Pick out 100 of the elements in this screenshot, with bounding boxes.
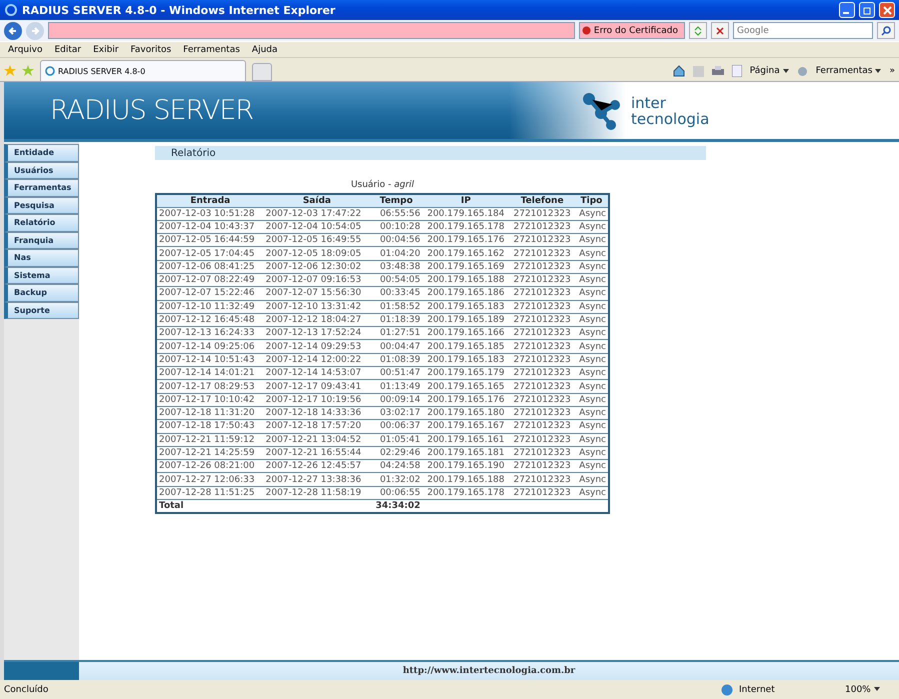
- sidebar-item[interactable]: Relatório: [4, 214, 79, 232]
- page-icon: [732, 65, 742, 77]
- table-cell: 00:04:56: [370, 234, 422, 247]
- table-cell: 200.179.165.186: [422, 286, 510, 300]
- menu-item[interactable]: Editar: [54, 44, 82, 54]
- caret-icon: [875, 68, 882, 73]
- table-cell: Async: [574, 286, 609, 300]
- page-menu-button[interactable]: Página: [750, 66, 789, 76]
- menu-item[interactable]: Favoritos: [130, 44, 172, 54]
- table-cell: 2721012323: [509, 234, 575, 247]
- table-cell: Async: [574, 420, 609, 434]
- menu-item[interactable]: Arquivo: [8, 44, 42, 54]
- table-cell: 04:24:58: [370, 460, 422, 473]
- table-cell: 34:34:02: [370, 500, 422, 513]
- browser-tab[interactable]: RADIUS SERVER 4.8-0: [40, 60, 246, 81]
- column-header: Entrada: [156, 194, 264, 207]
- table-cell: 2007-12-05 16:44:59: [156, 234, 264, 247]
- address-field[interactable]: [48, 22, 575, 39]
- table-cell: 06:55:56: [370, 207, 422, 220]
- table-cell: 200.179.165.181: [422, 446, 510, 460]
- table-cell: Async: [574, 406, 609, 420]
- sidebar-item[interactable]: Usuários: [4, 162, 79, 179]
- sidebar-item[interactable]: Franquia: [4, 232, 79, 249]
- table-cell: 2007-12-13 16:24:33: [156, 326, 264, 340]
- certificate-error-button[interactable]: Erro do Certificado: [578, 22, 685, 39]
- close-button[interactable]: [879, 2, 895, 18]
- table-cell: 2007-12-07 08:22:49: [156, 273, 264, 287]
- sidebar-item[interactable]: Suporte: [4, 302, 79, 319]
- table-cell: 01:13:49: [370, 380, 422, 394]
- table-cell: Async: [574, 220, 609, 234]
- table-cell: 2007-12-06 12:30:02: [264, 260, 370, 274]
- table-cell: 2007-12-17 10:10:42: [156, 393, 264, 406]
- stop-button[interactable]: [711, 22, 729, 39]
- table-cell: 2007-12-06 08:41:25: [156, 260, 264, 274]
- table-cell: 2721012323: [509, 246, 575, 260]
- site-title: RADIUS SERVER: [50, 95, 254, 126]
- table-cell: 00:33:45: [370, 286, 422, 300]
- table-cell: 2007-12-18 14:33:36: [264, 406, 370, 420]
- table-cell: 2007-12-10 11:32:49: [156, 300, 264, 314]
- refresh-icon: [693, 26, 703, 36]
- table-cell: 2007-12-28 11:51:25: [156, 486, 264, 500]
- table-cell: 200.179.165.179: [422, 366, 510, 380]
- table-cell: 00:06:37: [370, 420, 422, 434]
- table-cell: 2007-12-05 17:04:45: [156, 246, 264, 260]
- table-cell: Async: [574, 340, 609, 354]
- table-cell: 02:29:46: [370, 446, 422, 460]
- globe-icon: [721, 684, 733, 696]
- table-cell: 2721012323: [509, 433, 575, 446]
- table-cell: 2007-12-28 11:58:19: [264, 486, 370, 500]
- footer-url: http://www.intertecnologia.com.br: [402, 665, 576, 678]
- table-cell: Async: [574, 472, 609, 486]
- table-cell: 2007-12-21 16:55:44: [264, 446, 370, 460]
- menu-item[interactable]: Ferramentas: [183, 44, 240, 54]
- table-cell: 2007-12-13 17:52:24: [264, 326, 370, 340]
- table-cell: 2007-12-04 10:54:05: [264, 220, 370, 234]
- table-cell: 2721012323: [509, 366, 575, 380]
- more-button[interactable]: »: [889, 66, 895, 76]
- table-cell: 200.179.165.161: [422, 433, 510, 446]
- home-icon[interactable]: [672, 65, 685, 77]
- table-cell: 01:58:52: [370, 300, 422, 314]
- table-cell: 01:04:20: [370, 246, 422, 260]
- window-title: RADIUS SERVER 4.8-0 - Windows Internet Explorer: [22, 4, 336, 16]
- table-cell: 2007-12-17 10:19:56: [264, 393, 370, 406]
- table-cell: Async: [574, 207, 609, 220]
- table-cell: Async: [574, 380, 609, 394]
- sidebar-item[interactable]: Ferramentas: [4, 179, 79, 196]
- favorites-star-icon[interactable]: [4, 65, 16, 77]
- restore-button[interactable]: [859, 2, 875, 18]
- menu-item[interactable]: Ajuda: [252, 44, 278, 54]
- sidebar-item[interactable]: Sistema: [4, 266, 79, 284]
- tools-menu-button[interactable]: Ferramentas: [816, 66, 882, 76]
- printer-icon[interactable]: [712, 66, 724, 76]
- table-cell: 2721012323: [509, 486, 575, 500]
- search-button[interactable]: [877, 22, 895, 39]
- menu-item[interactable]: Exibir: [93, 44, 119, 54]
- back-button[interactable]: [4, 22, 22, 40]
- sidebar-item[interactable]: Entidade: [4, 144, 79, 162]
- table-cell: 2007-12-21 11:59:12: [156, 433, 264, 446]
- table-cell: 200.179.165.183: [422, 300, 510, 314]
- sidebar-item[interactable]: Nas: [4, 249, 79, 266]
- table-cell: Async: [574, 234, 609, 247]
- table-cell: 01:32:02: [370, 472, 422, 486]
- sidebar-item[interactable]: Pesquisa: [4, 196, 79, 214]
- sidebar-item[interactable]: Backup: [4, 284, 79, 302]
- table-cell: 2721012323: [509, 260, 575, 274]
- table-cell: 200.179.165.165: [422, 380, 510, 394]
- table-cell: 2007-12-07 09:16:53: [264, 273, 370, 287]
- column-header: Tempo: [370, 194, 422, 207]
- search-field[interactable]: Google: [733, 22, 873, 39]
- table-cell: 2007-12-21 13:04:52: [264, 433, 370, 446]
- table-cell: Async: [574, 366, 609, 380]
- zoom-button[interactable]: 100%: [845, 684, 895, 694]
- new-tab-button[interactable]: [252, 63, 272, 81]
- table-cell: 00:04:47: [370, 340, 422, 354]
- table-cell: 2721012323: [509, 220, 575, 234]
- minimize-button[interactable]: [839, 2, 855, 18]
- table-cell: 01:08:39: [370, 353, 422, 367]
- refresh-button[interactable]: [689, 22, 707, 39]
- column-header: Tipo: [574, 194, 609, 207]
- column-header: Saída: [264, 194, 370, 207]
